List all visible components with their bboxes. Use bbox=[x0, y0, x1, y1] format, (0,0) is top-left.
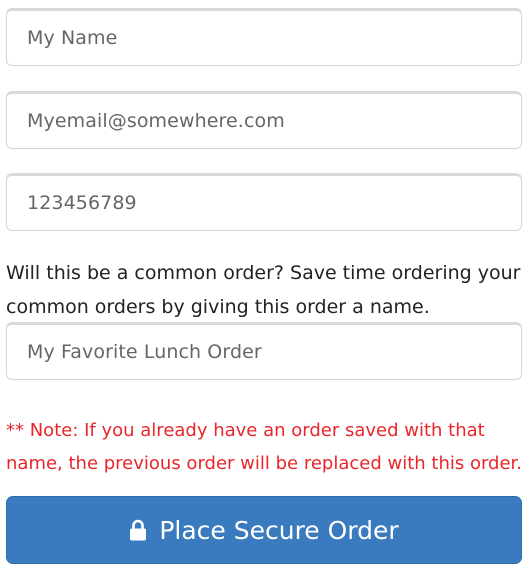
place-secure-order-button[interactable]: Place Secure Order bbox=[6, 496, 522, 564]
email-field[interactable]: Myemail@somewhere.com bbox=[6, 91, 522, 149]
email-field-placeholder: Myemail@somewhere.com bbox=[27, 110, 285, 132]
phone-field-placeholder: 123456789 bbox=[27, 192, 137, 214]
lock-icon bbox=[129, 519, 147, 541]
submit-label: Place Secure Order bbox=[159, 515, 399, 545]
order-name-field[interactable]: My Favorite Lunch Order bbox=[6, 322, 522, 380]
overwrite-note: ** Note: If you already have an order sa… bbox=[6, 420, 523, 474]
name-field-placeholder: My Name bbox=[27, 27, 118, 49]
name-field[interactable]: My Name bbox=[6, 8, 522, 66]
order-name-field-placeholder: My Favorite Lunch Order bbox=[27, 341, 262, 363]
phone-field[interactable]: 123456789 bbox=[6, 173, 522, 231]
common-order-prompt: Will this be a common order? Save time o… bbox=[6, 262, 521, 318]
